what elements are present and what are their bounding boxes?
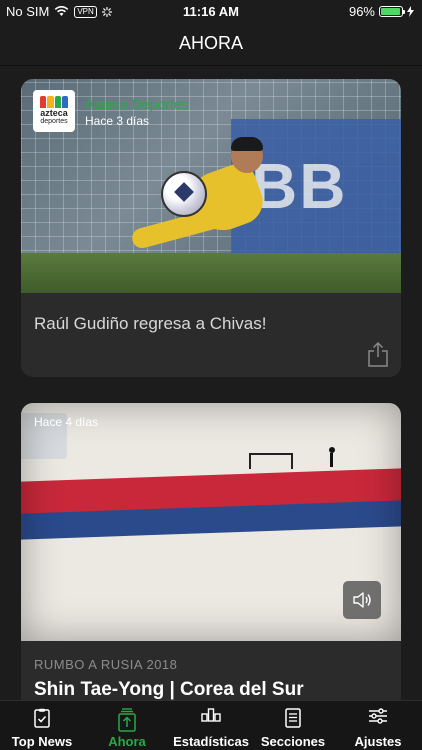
battery-percent: 96% [348, 4, 375, 19]
tab-estadisticas[interactable]: Estadísticas [170, 701, 252, 750]
share-icon[interactable] [367, 341, 389, 367]
source-name[interactable]: Azteca Deportes [85, 96, 189, 112]
sliders-icon [369, 708, 387, 724]
speaker-icon [353, 592, 371, 608]
goalkeeper-hair [231, 137, 263, 151]
tab-label: Ahora [108, 734, 146, 749]
status-right: 96% [349, 4, 414, 19]
time-ago: Hace 3 días [85, 114, 150, 128]
tab-secciones[interactable]: Secciones [252, 701, 334, 750]
tab-bar: Top News Ahora Estadísticas Secciones Aj… [0, 700, 422, 750]
video-thumbnail[interactable]: Hace 4 días [21, 403, 401, 641]
tab-label: Secciones [260, 734, 326, 749]
news-card[interactable]: Hace 4 días RUMBO A RUSIA 2018 Shin Tae-… [21, 403, 401, 713]
status-bar: No SIM VPN 11:16 AM 96% [0, 0, 422, 22]
time-ago: Hace 4 días [34, 415, 99, 429]
logo-word-top: azteca [40, 108, 68, 118]
grass-graphic [21, 253, 401, 293]
soccer-ball-graphic [161, 171, 207, 217]
bar-chart-icon [201, 708, 221, 722]
page-title: AHORA [178, 33, 243, 53]
news-title[interactable]: Shin Tae-Yong | Corea del Sur [34, 679, 304, 701]
tab-label: Ajustes [354, 734, 402, 749]
charging-bolt-icon [407, 6, 414, 17]
azteca-deportes-logo: azteca deportes [33, 90, 75, 132]
clipboard-check-icon [34, 708, 50, 728]
upload-stack-icon [118, 708, 136, 732]
tab-top-news[interactable]: Top News [0, 701, 84, 750]
sound-toggle-button[interactable] [343, 581, 381, 619]
logo-mark [40, 96, 68, 108]
logo-word-bottom: deportes [40, 118, 68, 125]
news-title[interactable]: Raúl Gudiño regresa a Chivas! [34, 314, 266, 334]
page-header: AHORA [0, 22, 422, 66]
news-card[interactable]: BB azteca deportes Azteca Deportes Hace … [21, 79, 401, 377]
app-screen: No SIM VPN 11:16 AM 96% AHORA BB azteca … [0, 0, 422, 750]
list-document-icon [285, 708, 301, 728]
tab-ahora[interactable]: Ahora [84, 701, 170, 750]
battery-icon [379, 6, 405, 17]
news-kicker: RUMBO A RUSIA 2018 [34, 657, 178, 672]
battery-fill [381, 8, 401, 15]
tab-label: Top News [11, 734, 73, 749]
news-image: BB azteca deportes Azteca Deportes Hace … [21, 79, 401, 293]
tab-label: Estadísticas [173, 734, 249, 749]
tab-ajustes[interactable]: Ajustes [334, 701, 422, 750]
